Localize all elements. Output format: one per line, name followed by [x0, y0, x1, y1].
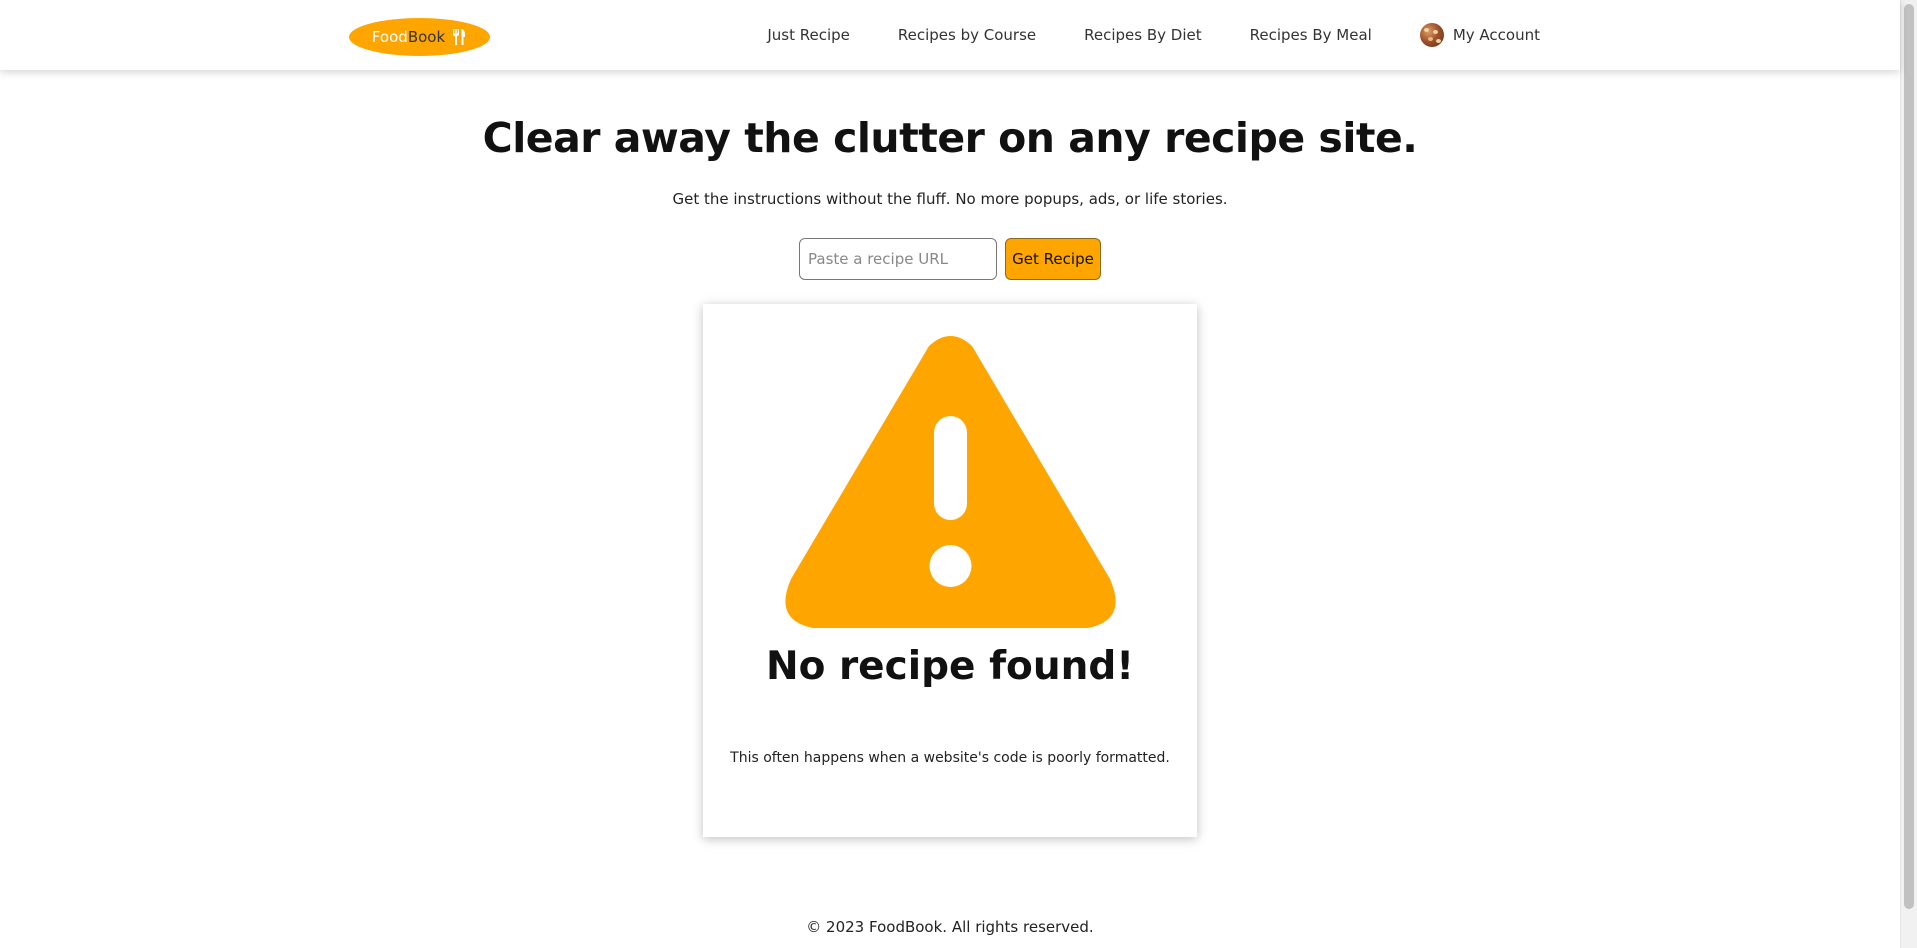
footer-copyright: © 2023 FoodBook. All rights reserved. [806, 918, 1094, 936]
page: Food Book Just Recipe Recipes by Course R… [0, 0, 1900, 948]
no-recipe-title: No recipe found! [765, 644, 1135, 689]
hero-subtitle: Get the instructions without the fluff. … [672, 190, 1228, 208]
nav-link-recipes-by-course[interactable]: Recipes by Course [898, 26, 1036, 44]
hero-title: Clear away the clutter on any recipe sit… [482, 114, 1418, 162]
no-recipe-message: This often happens when a website's code… [730, 750, 1170, 766]
warning-icon [785, 336, 1116, 628]
result-card: No recipe found! This often happens when… [703, 304, 1197, 837]
logo[interactable]: Food Book [349, 18, 490, 56]
navbar: Food Book Just Recipe Recipes by Course R… [0, 0, 1900, 70]
scrollbar-thumb[interactable] [1904, 4, 1914, 909]
nav-link-just-recipe[interactable]: Just Recipe [767, 26, 850, 44]
logo-text-food: Food [371, 28, 408, 46]
nav-link-recipes-by-meal[interactable]: Recipes By Meal [1250, 26, 1372, 44]
nav-links: Just Recipe Recipes by Course Recipes By… [767, 0, 1540, 70]
my-account-link[interactable]: My Account [1419, 23, 1540, 47]
my-account-label: My Account [1452, 26, 1540, 44]
avatar [1419, 23, 1444, 47]
search-form: Get Recipe [0, 238, 1900, 280]
nav-link-recipes-by-diet[interactable]: Recipes By Diet [1084, 26, 1202, 44]
logo-text-book: Book [407, 28, 446, 46]
recipe-url-input[interactable] [799, 238, 997, 280]
get-recipe-button[interactable]: Get Recipe [1005, 238, 1101, 280]
vertical-scrollbar[interactable] [1900, 0, 1917, 948]
utensils-icon [451, 28, 467, 46]
